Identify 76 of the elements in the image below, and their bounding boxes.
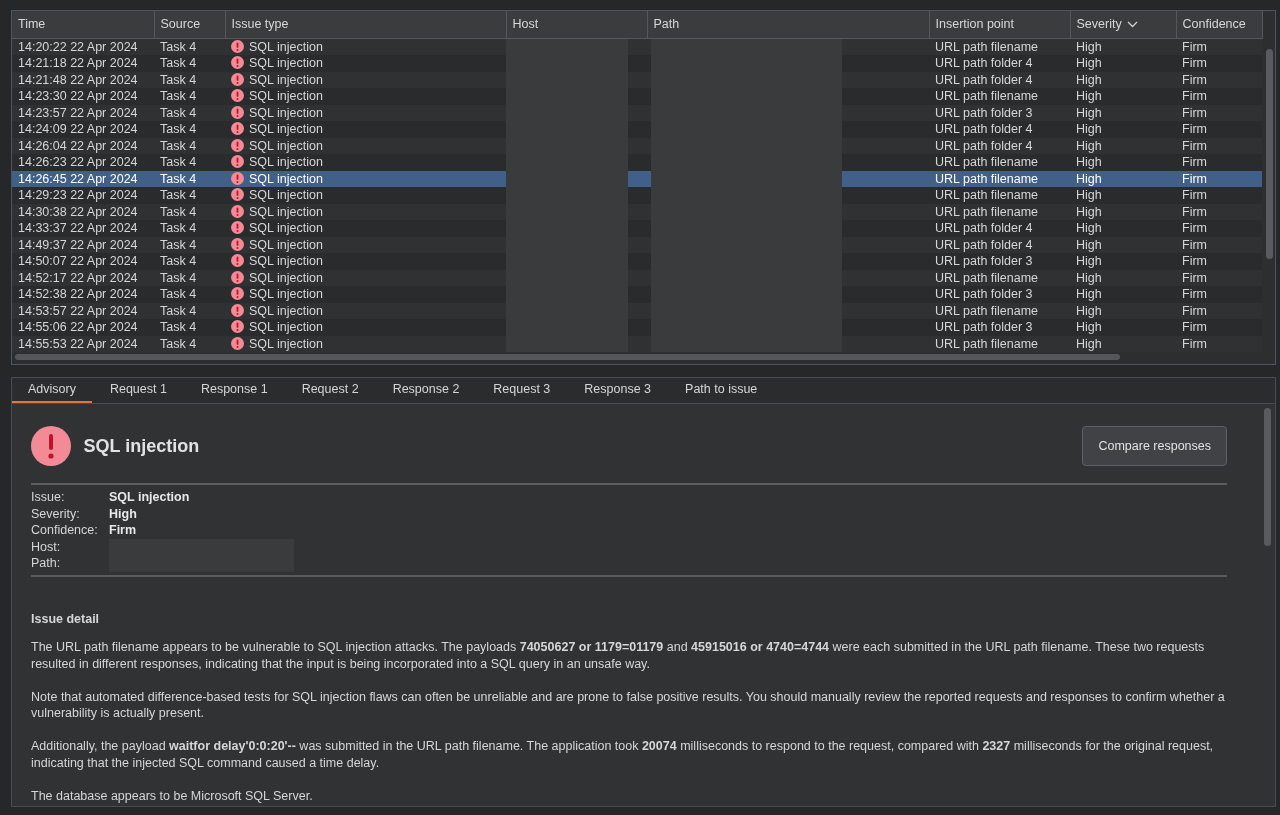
warning-icon xyxy=(231,89,244,102)
warning-icon xyxy=(231,105,244,119)
section-heading: Issue detail xyxy=(31,610,101,628)
column-header[interactable]: Severity xyxy=(1070,11,1176,38)
scrollbar-thumb[interactable] xyxy=(15,354,1120,360)
tab[interactable]: Request 1 xyxy=(93,378,183,403)
column-header[interactable]: Issue type xyxy=(225,11,506,38)
warning-icon xyxy=(231,320,244,333)
field-value: Firm xyxy=(109,522,138,539)
table-cell: SQL injection xyxy=(225,187,506,204)
warning-icon xyxy=(231,336,244,350)
field-label: Issue: xyxy=(31,489,66,506)
paragraph: The database appears to be Microsoft SQL Server. xyxy=(31,787,314,805)
table-row[interactable]: 14:52:17 22 Apr 2024 Task 4 SQL injection URL path filename High Firm xyxy=(12,269,1262,286)
warning-icon xyxy=(231,39,244,53)
field-value: SQL injection xyxy=(109,489,191,506)
warning-icon xyxy=(231,254,244,267)
warning-icon xyxy=(231,237,244,251)
field-label: Host: xyxy=(31,538,62,555)
table-row[interactable]: 14:24:09 22 Apr 2024 Task 4 SQL injection URL path folder 4 High Firm xyxy=(12,121,1262,138)
tab[interactable]: Request 3 xyxy=(477,378,567,403)
paragraph: Additionally, the payload waitfor delay'0:0:20'-- was submitted in the URL path filename. The application took 20074 milliseconds to respond to the request, compared with 2327 milliseconds for the original request, indicating that the injected SQL command caused a time delay. xyxy=(31,738,1215,772)
table-row[interactable]: 14:26:23 22 Apr 2024 Task 4 SQL injection URL path filename High Firm xyxy=(12,154,1262,171)
tab[interactable]: Response 3 xyxy=(568,378,668,403)
tab[interactable]: Path to issue xyxy=(669,378,774,403)
field-label: Path: xyxy=(31,555,62,572)
table-row[interactable]: 14:29:23 22 Apr 2024 Task 4 SQL injection URL path filename High Firm xyxy=(12,187,1262,204)
column-header[interactable]: Host xyxy=(506,11,647,38)
column-header[interactable]: Confidence xyxy=(1176,11,1262,38)
field-value: High xyxy=(109,505,138,522)
table-row[interactable]: 14:33:37 22 Apr 2024 Task 4 SQL injection URL path folder 4 High Firm xyxy=(12,220,1262,237)
table-row[interactable]: 14:55:06 22 Apr 2024 Task 4 SQL injection URL path folder 3 High Firm xyxy=(12,319,1262,336)
field-label: Severity: xyxy=(31,505,81,522)
table-row[interactable]: 14:26:45 22 Apr 2024 Task 4 SQL injection URL path filename High Firm xyxy=(12,170,1262,187)
warning-icon xyxy=(231,155,244,168)
column-header[interactable]: Source xyxy=(154,11,225,38)
scrollbar-thumb[interactable] xyxy=(1264,408,1271,546)
tab[interactable]: Request 2 xyxy=(285,378,375,403)
table-row[interactable]: 14:21:48 22 Apr 2024 Task 4 SQL injection URL path folder 4 High Firm xyxy=(12,71,1262,88)
table-cell: URL path filename xyxy=(929,187,1070,204)
table-row[interactable]: 14:30:38 22 Apr 2024 Task 4 SQL injection URL path filename High Firm xyxy=(12,203,1262,220)
warning-icon xyxy=(231,188,244,201)
warning-icon xyxy=(231,56,244,69)
column-header[interactable]: Insertion point xyxy=(929,11,1070,38)
warning-icon xyxy=(231,303,244,317)
warning-icon xyxy=(231,204,244,218)
warning-icon xyxy=(231,221,244,234)
warning-icon xyxy=(231,72,244,86)
issue-title: SQL injection xyxy=(83,434,200,458)
table-row[interactable]: 14:26:04 22 Apr 2024 Task 4 SQL injection URL path folder 4 High Firm xyxy=(12,137,1262,154)
table-row[interactable]: 14:52:38 22 Apr 2024 Task 4 SQL injection URL path folder 3 High Firm xyxy=(12,286,1262,303)
scrollbar-thumb[interactable] xyxy=(1266,49,1273,259)
column-header[interactable]: Time xyxy=(12,11,154,38)
paragraph: The URL path filename appears to be vulnerable to SQL injection attacks. The payloads 74050627 or 1179=01179 and 45915016 or 4740=4744 were each submitted in the URL path filename. These two requests resulted in different responses, indicating that the input is being incorporated into a SQL query in an unsafe way. xyxy=(31,639,1206,673)
table-cell: 14:29:23 22 Apr 2024 xyxy=(12,187,154,204)
warning-icon xyxy=(231,171,244,185)
warning-icon xyxy=(231,122,244,135)
compare-responses-button[interactable]: Compare responses xyxy=(1082,426,1227,466)
warning-icon xyxy=(231,270,244,284)
paragraph: Note that automated difference-based tests for SQL injection flaws can often be unreliable and are prone to false positive results. You should manually review the reported requests and responses to confirm whether a vulnerability is actually present. xyxy=(31,688,1226,722)
table-row[interactable]: 14:53:57 22 Apr 2024 Task 4 SQL injection URL path filename High Firm xyxy=(12,302,1262,319)
table-row[interactable]: 14:23:30 22 Apr 2024 Task 4 SQL injection URL path filename High Firm xyxy=(12,88,1262,105)
table-row[interactable]: 14:23:57 22 Apr 2024 Task 4 SQL injection URL path folder 3 High Firm xyxy=(12,104,1262,121)
tab[interactable]: Response 1 xyxy=(184,378,284,403)
warning-icon xyxy=(231,138,244,152)
warning-icon xyxy=(231,287,244,300)
table-row[interactable]: 14:49:37 22 Apr 2024 Task 4 SQL injection URL path folder 4 High Firm xyxy=(12,236,1262,253)
table-row[interactable]: 14:50:07 22 Apr 2024 Task 4 SQL injection URL path folder 3 High Firm xyxy=(12,253,1262,270)
warning-icon xyxy=(31,426,71,466)
table-row[interactable]: 14:55:53 22 Apr 2024 Task 4 SQL injection URL path filename High Firm xyxy=(12,335,1262,352)
table-cell: High xyxy=(1070,187,1176,204)
table-row[interactable]: 14:21:18 22 Apr 2024 Task 4 SQL injection URL path folder 4 High Firm xyxy=(12,55,1262,72)
field-label: Confidence: xyxy=(31,522,99,539)
column-header[interactable]: Path xyxy=(647,11,929,38)
tab[interactable]: Response 2 xyxy=(376,378,476,403)
table-row[interactable]: 14:20:22 22 Apr 2024 Task 4 SQL injection URL path filename High Firm xyxy=(12,38,1262,55)
